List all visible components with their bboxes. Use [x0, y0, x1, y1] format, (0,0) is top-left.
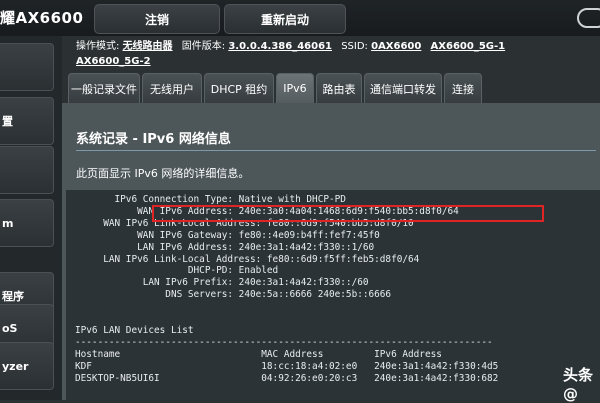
sidebar-item-7[interactable]: yzer [0, 342, 54, 390]
toggle-icon[interactable] [577, 8, 600, 28]
top-header: 耀AX6600 注销 重新启动 [0, 0, 600, 36]
operation-mode-label: 操作模式: [76, 41, 120, 52]
tab-ipv6[interactable]: IPv6 [276, 73, 314, 103]
tab-port-forwarding[interactable]: 通信端口转发 [364, 73, 442, 103]
title-divider [76, 150, 596, 151]
page-description: 此页面显示 IPv6 网络的详细信息。 [76, 167, 250, 180]
status-bar: 操作模式: 无线路由器 固件版本: 3.0.0.4.386_46061 SSID… [76, 39, 596, 69]
sidebar: 置 m 程序 oS yzer [0, 36, 62, 400]
sidebar-item-4[interactable]: m [0, 199, 54, 247]
reboot-button[interactable]: 重新启动 [224, 4, 346, 34]
sidebar-item-3[interactable] [0, 146, 54, 194]
tab-wireless-clients[interactable]: 无线用户 [142, 73, 202, 103]
tab-routing-table[interactable]: 路由表 [316, 73, 362, 103]
page-title: 系统记录 - IPv6 网络信息 [76, 132, 231, 147]
sidebar-item-2[interactable]: 置 [0, 97, 54, 145]
tab-dhcp-leases[interactable]: DHCP 租约 [204, 73, 274, 103]
ssid-value-2[interactable]: AX6600_5G-1 [431, 41, 506, 52]
router-model-title: 耀AX6600 [0, 9, 84, 27]
ssid-label: SSID: [341, 41, 368, 52]
ssid-value-1[interactable]: 0AX6600 [371, 41, 421, 52]
tab-general-log[interactable]: 一般记录文件 [68, 73, 140, 103]
firmware-label: 固件版本: [181, 41, 226, 52]
ssid-value-3[interactable]: AX6600_5G-2 [76, 56, 151, 67]
tab-connections[interactable]: 连接 [444, 73, 482, 103]
watermark-text: 头条@ [563, 366, 594, 403]
firmware-version-value[interactable]: 3.0.0.4.386_46061 [228, 41, 332, 52]
wan-ipv6-highlight-box [152, 205, 544, 222]
logout-button[interactable]: 注销 [94, 4, 220, 34]
operation-mode-value[interactable]: 无线路由器 [123, 41, 173, 52]
sidebar-item-1[interactable] [0, 43, 54, 91]
